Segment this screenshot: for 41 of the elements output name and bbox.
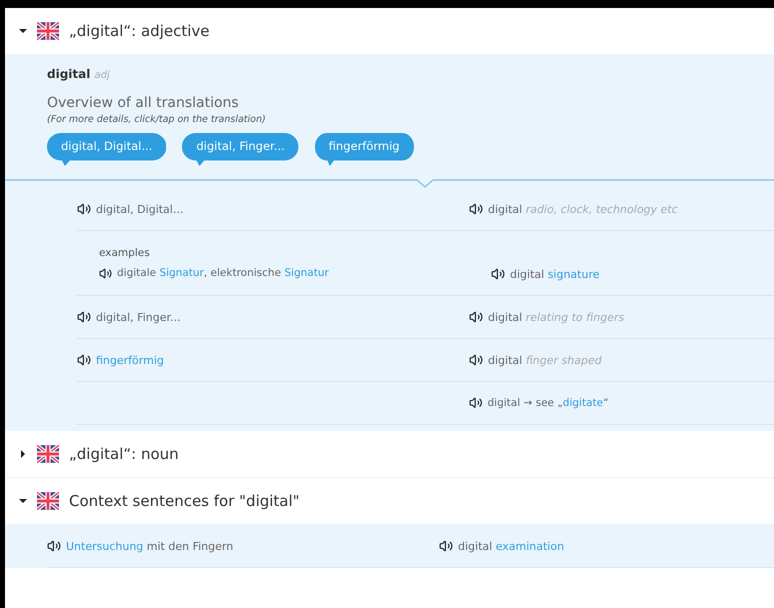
collapse-icon[interactable] [19,27,27,35]
translation-text: digital → see „digitate“ [488,397,609,409]
example-text: digitale Signatur, elektronische Signatur [117,267,329,279]
translation-link[interactable]: Signatur [159,267,204,279]
flag-icon [37,445,59,463]
translation-link[interactable]: examination [496,540,564,552]
speaker-icon[interactable] [469,396,482,410]
translation-link[interactable]: signature [548,268,600,280]
overview-hint: (For more details, click/tap on the translation) [47,114,267,125]
examples-label: examples [99,246,151,258]
flag-icon [37,22,59,40]
section-title[interactable]: Context sentences for "digital" [69,492,300,510]
headword: digital adj [47,67,111,81]
overview-title: Overview of all translations [47,95,240,111]
translation-text: digital radio, clock, technology etc [488,202,678,216]
section-title[interactable]: „digital“: noun [69,445,179,463]
translation-text: digital examination [458,540,564,552]
collapse-icon[interactable] [19,497,27,505]
translation-link[interactable]: fingerförmig [96,354,164,366]
speaker-icon[interactable] [439,539,453,553]
speaker-icon[interactable] [47,539,61,553]
section-title[interactable]: „digital“: adjective [69,22,210,40]
speaker-icon[interactable] [77,353,91,367]
translation-link[interactable]: Signatur [284,267,329,279]
speaker-icon[interactable] [99,266,112,280]
speaker-icon[interactable] [77,202,91,216]
speaker-icon[interactable] [469,353,483,367]
translation-link[interactable]: digitate [562,397,604,409]
speaker-icon[interactable] [77,310,91,324]
speaker-icon[interactable] [469,310,483,324]
translation-text: digital relating to fingers [488,310,624,324]
translation-text: digital, Finger... [96,310,180,324]
speaker-icon[interactable] [491,267,505,281]
speaker-icon[interactable] [469,202,483,216]
translation-text: digital signature [510,268,600,280]
translation-text: digital, Digital... [96,202,184,216]
translation-link[interactable]: Untersuchung [66,540,144,552]
translation-text: digital finger shaped [488,354,602,366]
flag-icon [37,492,59,510]
translation-text: Untersuchung mit den Fingern [66,540,234,552]
expand-icon[interactable] [19,450,27,458]
